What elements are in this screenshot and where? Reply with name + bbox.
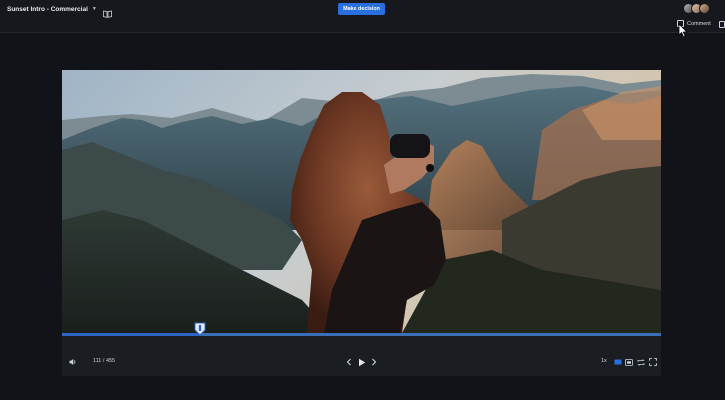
- collaborator-avatars[interactable]: [683, 3, 710, 14]
- chevron-down-icon[interactable]: ▼: [92, 6, 97, 12]
- player-controls: 111 / 455 1x: [62, 322, 661, 376]
- next-frame-icon[interactable]: [370, 357, 378, 367]
- timeline-scrubber[interactable]: [62, 333, 661, 336]
- video-player[interactable]: 111 / 455 1x: [62, 70, 661, 376]
- subtitles-icon[interactable]: [624, 357, 633, 367]
- previous-frame-icon[interactable]: [345, 357, 353, 367]
- project-title-menu[interactable]: Sunset Intro - Commercial ▼: [7, 3, 112, 18]
- play-icon[interactable]: [357, 357, 367, 367]
- video-frame[interactable]: [62, 70, 661, 333]
- quality-icon[interactable]: [613, 357, 622, 367]
- timeline-progress: [62, 333, 200, 336]
- book-icon[interactable]: [102, 5, 112, 18]
- panel-icon[interactable]: [719, 21, 725, 28]
- top-bar: Sunset Intro - Commercial ▼ Make decisio…: [0, 0, 725, 33]
- make-decision-button[interactable]: Make decision: [338, 3, 385, 15]
- frame-counter: 111 / 455: [93, 358, 116, 364]
- loop-icon[interactable]: [636, 357, 645, 367]
- comment-label: Comment: [687, 20, 711, 27]
- comment-marker-icon[interactable]: [194, 322, 206, 336]
- fullscreen-icon[interactable]: [648, 357, 657, 367]
- control-row: 111 / 455 1x: [62, 357, 661, 368]
- volume-icon[interactable]: [68, 357, 78, 367]
- avatar[interactable]: [699, 3, 710, 14]
- project-title: Sunset Intro - Commercial: [7, 5, 88, 13]
- playback-speed[interactable]: 1x: [601, 358, 607, 364]
- mouse-cursor-icon: [678, 23, 688, 38]
